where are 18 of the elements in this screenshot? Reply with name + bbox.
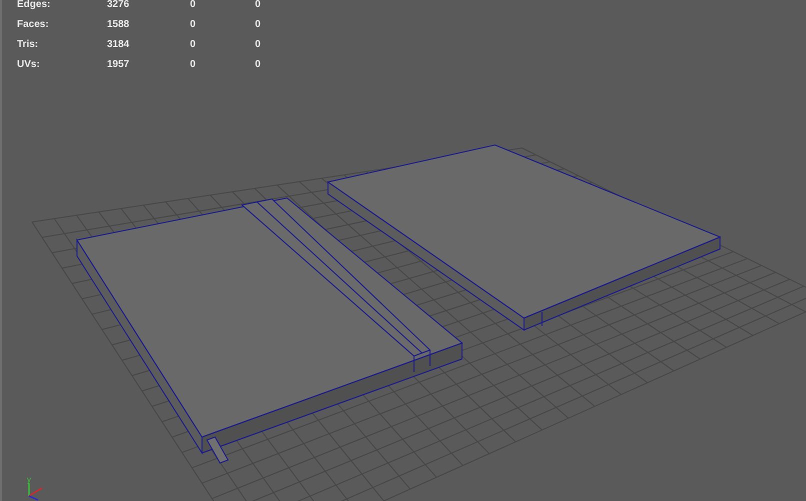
stat-value: 1588 [107,18,130,32]
axis-gizmo-icon [28,483,42,501]
stat-value: 0 [190,0,197,12]
stat-label: Faces: [17,18,50,32]
stat-value: 0 [255,0,262,12]
stat-value: 1957 [107,58,130,72]
stat-value: 0 [190,38,197,52]
stat-value: 0 [255,38,262,52]
stat-label: Edges: [17,0,52,12]
stat-value: 0 [190,58,197,72]
stat-value: 0 [255,18,262,32]
stat-label: Tris: [17,38,40,52]
stat-label: UVs: [17,58,41,72]
stat-value: 0 [190,18,197,32]
stat-value: 3184 [107,38,130,52]
stat-value: 0 [255,58,262,72]
stat-value: 3276 [107,0,130,12]
axis-label: y [27,475,31,484]
